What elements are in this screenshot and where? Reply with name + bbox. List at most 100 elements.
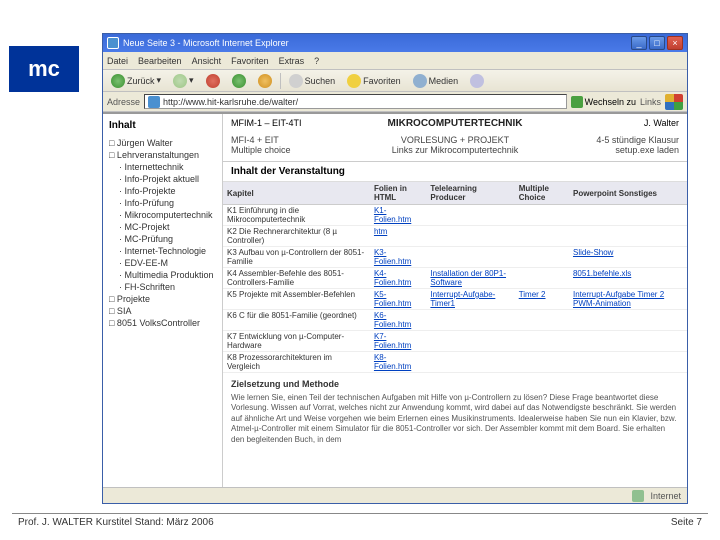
table-cell: K7 Entwicklung von µ-Computer-Hardware bbox=[223, 331, 370, 352]
search-button[interactable]: Suchen bbox=[285, 73, 340, 89]
go-button[interactable]: Wechseln zu bbox=[571, 96, 636, 108]
table-cell: Timer 2 bbox=[515, 289, 569, 310]
sidebar-item[interactable]: □ SIA bbox=[109, 305, 216, 317]
stop-icon bbox=[206, 74, 220, 88]
table-link[interactable]: Interrupt-Aufgabe-Timer1 bbox=[430, 290, 495, 308]
history-button[interactable] bbox=[466, 73, 488, 89]
address-bar: Adresse http://www.hit-karlsruhe.de/walt… bbox=[103, 92, 687, 112]
maximize-button[interactable]: □ bbox=[649, 36, 665, 50]
row2-mid: VORLESUNG + PROJEKT bbox=[380, 135, 529, 145]
top-right: J. Walter bbox=[530, 118, 679, 129]
sidebar-item[interactable]: · Multimedia Produktion bbox=[109, 269, 216, 281]
back-button[interactable]: Zurück ▾ bbox=[107, 73, 165, 89]
table-header: Folien in HTML bbox=[370, 182, 426, 205]
stop-button[interactable] bbox=[202, 73, 224, 89]
table-cell: K3-Folien.htm bbox=[370, 247, 426, 268]
table-link[interactable]: Slide-Show bbox=[573, 248, 613, 257]
sidebar-item[interactable]: · Info-Projekt aktuell bbox=[109, 173, 216, 185]
star-icon bbox=[347, 74, 361, 88]
table-cell: Slide-Show bbox=[569, 247, 687, 268]
close-button[interactable]: × bbox=[667, 36, 683, 50]
table-cell: htm bbox=[370, 226, 426, 247]
table-row: K3 Aufbau von µ-Controllern der 8051-Fam… bbox=[223, 247, 687, 268]
links-label[interactable]: Links bbox=[640, 97, 661, 107]
address-input[interactable]: http://www.hit-karlsruhe.de/walter/ bbox=[144, 94, 567, 109]
goal-section: Zielsetzung und Methode Wie lernen Sie, … bbox=[223, 373, 687, 451]
home-button[interactable] bbox=[254, 73, 276, 89]
page-title: MIKROCOMPUTERTECHNIK bbox=[380, 118, 529, 129]
menu-extras[interactable]: Extras bbox=[279, 56, 305, 66]
table-cell: K8 Prozessorarchitekturen im Vergleich bbox=[223, 352, 370, 373]
go-icon bbox=[571, 96, 583, 108]
table-cell: K8-Folien.htm bbox=[370, 352, 426, 373]
window-title: Neue Seite 3 - Microsoft Internet Explor… bbox=[123, 38, 631, 48]
table-link[interactable]: K6-Folien.htm bbox=[374, 311, 411, 329]
table-link[interactable]: Installation der 80P1-Software bbox=[430, 269, 506, 287]
table-row: K1 Einführung in die Mikrocomputertechni… bbox=[223, 205, 687, 226]
sidebar-item[interactable]: □ Jürgen Walter bbox=[109, 137, 216, 149]
table-cell: Interrupt-Aufgabe Timer 2 PWM-Animation bbox=[569, 289, 687, 310]
sidebar-item[interactable]: · Internettechnik bbox=[109, 161, 216, 173]
table-link[interactable]: K1-Folien.htm bbox=[374, 206, 411, 224]
history-icon bbox=[470, 74, 484, 88]
table-cell bbox=[426, 352, 514, 373]
minimize-button[interactable]: _ bbox=[631, 36, 647, 50]
table-cell bbox=[426, 205, 514, 226]
statusbar: Internet bbox=[103, 487, 687, 503]
table-header: Telelearning Producer bbox=[426, 182, 514, 205]
table-link[interactable]: K5-Folien.htm bbox=[374, 290, 411, 308]
row2-right: 4-5 stündige Klausur bbox=[530, 135, 679, 145]
table-cell bbox=[515, 247, 569, 268]
mc-badge: mc bbox=[9, 46, 79, 92]
table-link[interactable]: K7-Folien.htm bbox=[374, 332, 411, 350]
sidebar-item[interactable]: □ Projekte bbox=[109, 293, 216, 305]
favorites-button[interactable]: Favoriten bbox=[343, 73, 405, 89]
sidebar-item[interactable]: · MC-Projekt bbox=[109, 221, 216, 233]
table-link[interactable]: Timer 2 bbox=[519, 290, 546, 299]
table-cell: K3 Aufbau von µ-Controllern der 8051-Fam… bbox=[223, 247, 370, 268]
sidebar-item[interactable]: · Info-Projekte bbox=[109, 185, 216, 197]
forward-button[interactable]: ▾ bbox=[169, 73, 198, 89]
table-link[interactable]: K8-Folien.htm bbox=[374, 353, 411, 371]
table-link[interactable]: 8051.befehle.xls bbox=[573, 269, 631, 278]
sidebar-item[interactable]: · Info-Prüfung bbox=[109, 197, 216, 209]
menu-favorites[interactable]: Favoriten bbox=[231, 56, 269, 66]
table-cell bbox=[426, 226, 514, 247]
sidebar-item[interactable]: · Mikrocomputertechnik bbox=[109, 209, 216, 221]
media-icon bbox=[413, 74, 427, 88]
table-link[interactable]: Interrupt-Aufgabe Timer 2 PWM-Animation bbox=[573, 290, 664, 308]
table-link[interactable]: K3-Folien.htm bbox=[374, 248, 411, 266]
row2-mid2: Links zur Mikrocomputertechnik bbox=[380, 145, 529, 155]
sidebar-item[interactable]: · FH-Schriften bbox=[109, 281, 216, 293]
table-cell: 8051.befehle.xls bbox=[569, 268, 687, 289]
subtitle: Inhalt der Veranstaltung bbox=[223, 162, 687, 182]
footer-right: Seite 7 bbox=[671, 517, 702, 528]
menu-view[interactable]: Ansicht bbox=[192, 56, 222, 66]
menu-help[interactable]: ? bbox=[314, 56, 319, 66]
menu-file[interactable]: Datei bbox=[107, 56, 128, 66]
content-main: MFIM-1 – EIT-4TI MIKROCOMPUTERTECHNIK J.… bbox=[223, 114, 687, 487]
media-button[interactable]: Medien bbox=[409, 73, 463, 89]
address-label: Adresse bbox=[107, 97, 140, 107]
table-row: K8 Prozessorarchitekturen im VergleichK8… bbox=[223, 352, 687, 373]
sidebar-item[interactable]: □ Lehrveranstaltungen bbox=[109, 149, 216, 161]
content-table: KapitelFolien in HTMLTelelearning Produc… bbox=[223, 182, 687, 373]
browser-window: Neue Seite 3 - Microsoft Internet Explor… bbox=[102, 33, 688, 504]
refresh-icon bbox=[232, 74, 246, 88]
table-cell bbox=[515, 268, 569, 289]
sidebar-item[interactable]: · Internet-Technologie bbox=[109, 245, 216, 257]
sidebar-item[interactable]: □ 8051 VolksController bbox=[109, 317, 216, 329]
goal-text: Wie lernen Sie, einen Teil der technisch… bbox=[231, 393, 679, 445]
table-cell: Interrupt-Aufgabe-Timer1 bbox=[426, 289, 514, 310]
table-cell: K6-Folien.htm bbox=[370, 310, 426, 331]
table-link[interactable]: htm bbox=[374, 227, 387, 236]
refresh-button[interactable] bbox=[228, 73, 250, 89]
sidebar-item[interactable]: · EDV-EE-M bbox=[109, 257, 216, 269]
table-cell: K4-Folien.htm bbox=[370, 268, 426, 289]
sidebar-item[interactable]: · MC-Prüfung bbox=[109, 233, 216, 245]
search-icon bbox=[289, 74, 303, 88]
table-row: K4 Assembler-Befehle des 8051-Controller… bbox=[223, 268, 687, 289]
ie-icon bbox=[107, 37, 119, 49]
table-link[interactable]: K4-Folien.htm bbox=[374, 269, 411, 287]
menu-edit[interactable]: Bearbeiten bbox=[138, 56, 182, 66]
